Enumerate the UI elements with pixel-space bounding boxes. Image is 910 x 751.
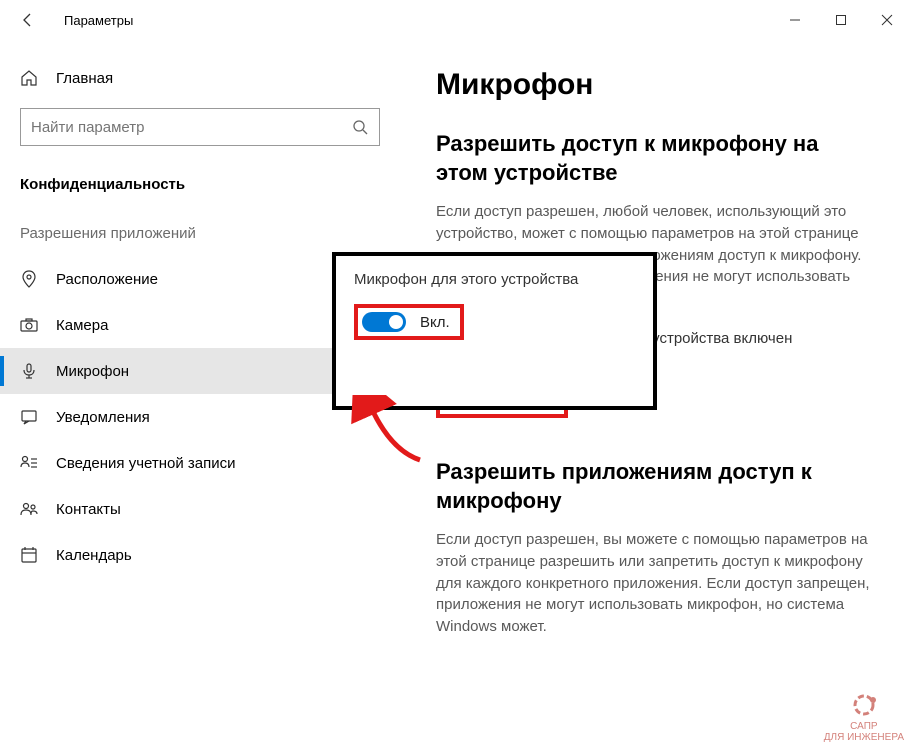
search-icon — [351, 118, 369, 136]
close-button[interactable] — [864, 0, 910, 40]
popup-label: Микрофон для этого устройства — [354, 270, 635, 290]
maximize-button[interactable] — [818, 0, 864, 40]
section-description-app-access: Если доступ разрешен, вы можете с помощь… — [436, 529, 870, 638]
nav-item-calendar[interactable]: Календарь — [0, 532, 400, 578]
device-access-popup: Микрофон для этого устройства Вкл. — [332, 252, 657, 410]
section-heading-app-access: Разрешить приложениям доступ к микрофону — [436, 458, 870, 515]
window-title: Параметры — [64, 13, 133, 28]
calendar-icon — [20, 546, 38, 564]
nav-item-label: Микрофон — [56, 363, 129, 380]
watermark-line1: САПР — [824, 721, 904, 732]
camera-icon — [20, 316, 38, 334]
home-icon — [20, 69, 38, 87]
back-button[interactable] — [8, 0, 48, 40]
section-subtitle: Разрешения приложений — [0, 215, 400, 256]
toggle-state-label: Вкл. — [420, 314, 450, 331]
nav-home[interactable]: Главная — [0, 56, 400, 100]
nav-item-label: Камера — [56, 317, 108, 334]
watermark-line2: ДЛЯ ИНЖЕНЕРА — [824, 732, 904, 743]
nav-item-label: Сведения учетной записи — [56, 455, 236, 472]
window-controls — [772, 0, 910, 40]
nav-item-label: Контакты — [56, 501, 121, 518]
search-input[interactable] — [31, 119, 351, 136]
nav-item-label: Календарь — [56, 547, 132, 564]
nav-item-label: Уведомления — [56, 409, 150, 426]
page-title: Микрофон — [436, 68, 870, 102]
location-icon — [20, 270, 38, 288]
nav-home-label: Главная — [56, 70, 113, 87]
watermark: САПР ДЛЯ ИНЖЕНЕРА — [824, 691, 904, 743]
search-box[interactable] — [20, 108, 380, 146]
category-title: Конфиденциальность — [0, 166, 400, 215]
titlebar: Параметры — [0, 0, 910, 40]
microphone-icon — [20, 362, 38, 380]
notifications-icon — [20, 408, 38, 426]
section-heading-device-access: Разрешить доступ к микрофону на этом уст… — [436, 130, 870, 187]
nav-item-label: Расположение — [56, 271, 158, 288]
account-info-icon — [20, 454, 38, 472]
contacts-icon — [20, 500, 38, 518]
minimize-button[interactable] — [772, 0, 818, 40]
nav-item-contacts[interactable]: Контакты — [0, 486, 400, 532]
nav-item-account-info[interactable]: Сведения учетной записи — [0, 440, 400, 486]
toggle-highlight: Вкл. — [354, 304, 464, 340]
microphone-toggle[interactable] — [362, 312, 406, 332]
